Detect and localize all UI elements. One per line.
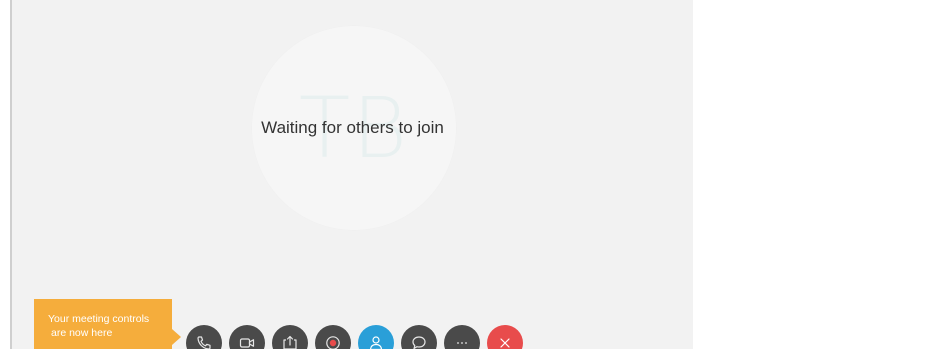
tooltip-arrow xyxy=(172,329,181,345)
close-icon xyxy=(500,338,510,348)
meeting-window: TB Waiting for others to join Your meeti… xyxy=(0,0,952,349)
meeting-controls-tooltip: Your meeting controls are now here xyxy=(34,299,172,349)
phone-icon xyxy=(197,336,211,349)
more-options-button[interactable] xyxy=(444,325,480,349)
meeting-stage: TB Waiting for others to join Your meeti… xyxy=(12,0,693,349)
chat-button[interactable] xyxy=(401,325,437,349)
video-button[interactable] xyxy=(229,325,265,349)
video-camera-icon xyxy=(239,338,255,348)
tooltip-line-1: Your meeting controls xyxy=(48,313,150,325)
share-button[interactable] xyxy=(272,325,308,349)
waiting-message: Waiting for others to join xyxy=(261,118,444,137)
leave-meeting-button[interactable] xyxy=(487,325,523,349)
record-icon xyxy=(326,336,340,349)
more-icon xyxy=(457,342,467,344)
participants-button[interactable] xyxy=(358,325,394,349)
chat-bubble-icon xyxy=(412,336,426,349)
share-icon xyxy=(283,335,297,349)
record-button[interactable] xyxy=(315,325,351,349)
audio-button[interactable] xyxy=(186,325,222,349)
tooltip-line-2: are now here xyxy=(51,327,113,339)
person-icon xyxy=(369,336,383,349)
